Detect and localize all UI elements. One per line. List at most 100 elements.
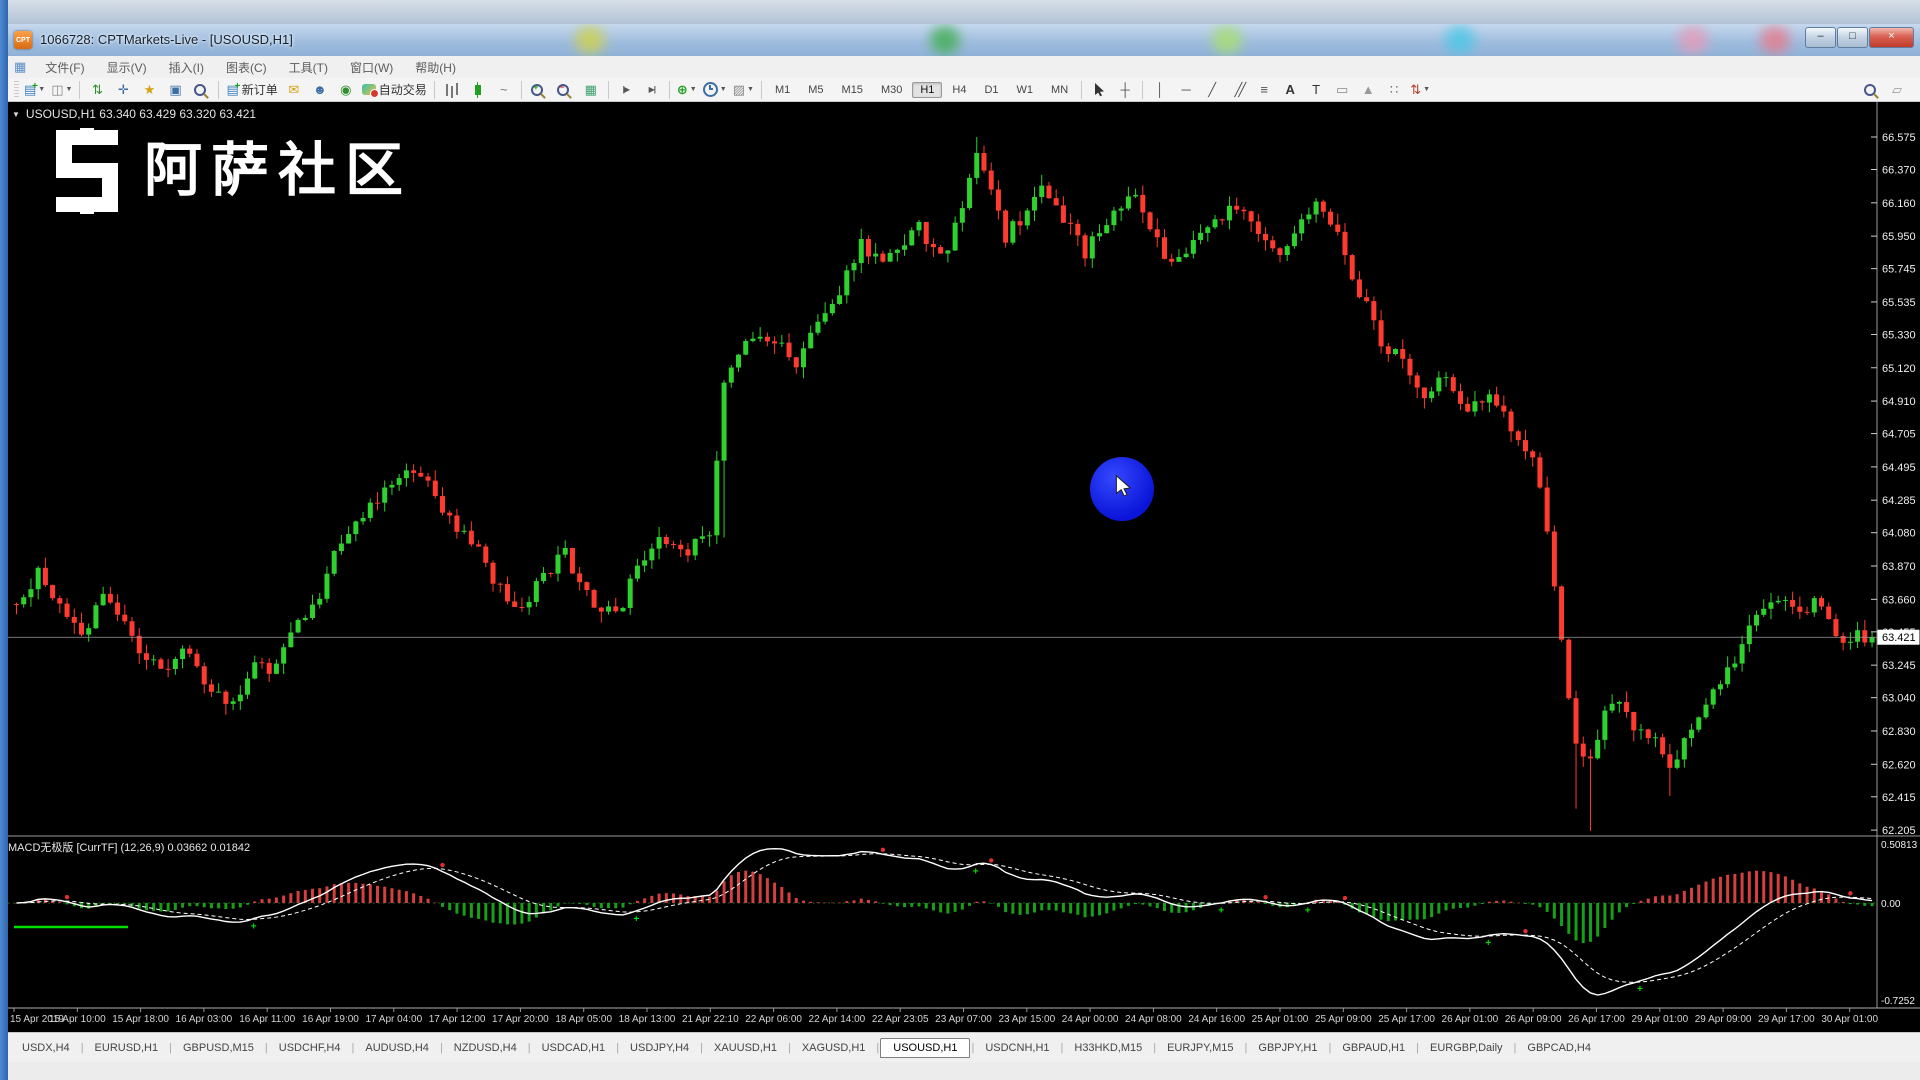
menu-item-3[interactable]: 图表(C)	[215, 57, 278, 78]
trendline-button[interactable]: ╱	[1200, 80, 1224, 100]
chart-tab-usdjpy-h4[interactable]: USDJPY,H4	[620, 1039, 699, 1057]
navigator-button[interactable]: ★	[137, 80, 161, 100]
horizontal-line-button[interactable]: ─	[1174, 80, 1198, 100]
bar-chart-button[interactable]	[440, 80, 464, 100]
menu-item-4[interactable]: 工具(T)	[278, 57, 339, 78]
chart-tab-usdcnh-h1[interactable]: USDCNH,H1	[975, 1039, 1059, 1057]
rectangle-button[interactable]: ▭	[1330, 80, 1354, 100]
templates-button[interactable]: ▨▼	[731, 80, 756, 100]
chart-shift-button[interactable]: ▶|	[640, 80, 664, 100]
svg-text:0.50813: 0.50813	[1881, 840, 1918, 851]
chart-tab-usousd-h1[interactable]: USOUSD,H1	[880, 1038, 970, 1058]
zoom-out-button[interactable]	[553, 80, 577, 100]
close-button[interactable]: ×	[1869, 27, 1914, 48]
chart-tab-usdx-h4[interactable]: USDX,H4	[12, 1039, 80, 1057]
search-button[interactable]	[1859, 80, 1883, 100]
toolbar-separator	[218, 81, 219, 99]
candlestick-chart[interactable]: +++++++66.57566.37066.16065.95065.74565.…	[0, 102, 1920, 1032]
titlebar[interactable]: CPT 1066728: CPTMarkets-Live - [USOUSD,H…	[0, 24, 1920, 57]
timeframe-w1-button[interactable]: W1	[1009, 82, 1042, 98]
minimize-button[interactable]: –	[1805, 27, 1836, 48]
label-button[interactable]: T	[1304, 80, 1328, 100]
timeframe-m1-button[interactable]: M1	[767, 82, 798, 98]
tab-divider: |	[169, 1042, 172, 1054]
macd-axis: 0.508130.00-0.7252	[1881, 840, 1918, 1007]
vertical-line-button[interactable]: │	[1148, 80, 1172, 100]
svg-text:65.120: 65.120	[1882, 363, 1916, 375]
svg-text:63.421: 63.421	[1882, 632, 1916, 644]
new-chart-button[interactable]: ▤+▼	[22, 80, 47, 100]
svg-text:16 Apr 11:00: 16 Apr 11:00	[239, 1014, 295, 1025]
timeframe-m30-button[interactable]: M30	[873, 82, 910, 98]
menu-item-5[interactable]: 窗口(W)	[339, 57, 404, 78]
candlestick-button[interactable]	[466, 80, 490, 100]
chart-tab-audusd-h4[interactable]: AUDUSD,H4	[355, 1039, 439, 1057]
toolbar-drag-handle	[14, 81, 19, 99]
toolbar-separator	[1142, 81, 1143, 99]
line-chart-button[interactable]: ~	[492, 80, 516, 100]
tab-divider: |	[876, 1042, 879, 1054]
svg-text:66.575: 66.575	[1882, 132, 1916, 144]
profiles-button[interactable]: ◫▼	[49, 80, 74, 100]
tile-windows-button[interactable]: ▦	[579, 80, 603, 100]
indicators-button[interactable]: ⊕▼	[675, 80, 699, 100]
timeframe-m5-button[interactable]: M5	[800, 82, 831, 98]
tab-divider: |	[440, 1042, 443, 1054]
timeframe-m15-button[interactable]: M15	[834, 82, 871, 98]
market-watch-button[interactable]: ⇅	[85, 80, 109, 100]
data-window-button[interactable]: ✛	[111, 80, 135, 100]
chart-tab-h33hkd-m15[interactable]: H33HKD,M15	[1064, 1039, 1152, 1057]
svg-text:17 Apr 12:00: 17 Apr 12:00	[429, 1014, 486, 1025]
timeframe-d1-button[interactable]: D1	[976, 82, 1006, 98]
chart-tab-eurgbp-daily[interactable]: EURGBP,Daily	[1420, 1039, 1513, 1057]
cursor-button[interactable]	[1087, 80, 1111, 100]
community-button[interactable]: ☻	[308, 80, 332, 100]
svg-text:62.205: 62.205	[1882, 825, 1916, 837]
menu-item-6[interactable]: 帮助(H)	[404, 57, 467, 78]
auto-trading-button[interactable]: 自动交易	[360, 80, 429, 100]
svg-text:29 Apr 09:00: 29 Apr 09:00	[1695, 1014, 1752, 1025]
crosshair-button[interactable]: ┼	[1113, 80, 1137, 100]
chart-tab-gbpusd-m15[interactable]: GBPUSD,M15	[173, 1039, 264, 1057]
tab-divider: |	[81, 1042, 84, 1054]
menu-item-0[interactable]: 文件(F)	[34, 57, 95, 78]
timeframe-h1-button[interactable]: H1	[912, 82, 942, 98]
triangle-button[interactable]: ▲	[1356, 80, 1380, 100]
layout-button[interactable]: ▱	[1885, 80, 1909, 100]
chart-tab-gbpaud-h1[interactable]: GBPAUD,H1	[1332, 1039, 1415, 1057]
channel-button[interactable]: ╱╱	[1226, 80, 1250, 100]
tab-divider: |	[788, 1042, 791, 1054]
chart-tab-eurusd-h1[interactable]: EURUSD,H1	[85, 1039, 169, 1057]
chart-tab-xagusd-h1[interactable]: XAGUSD,H1	[792, 1039, 876, 1057]
new-order-button[interactable]: ▤+新订单	[224, 80, 279, 100]
timeframe-mn-button[interactable]: MN	[1043, 82, 1076, 98]
chart-tab-gbpjpy-h1[interactable]: GBPJPY,H1	[1248, 1039, 1327, 1057]
chart-region[interactable]: ▼USOUSD,H1 63.340 63.429 63.320 63.421 阿…	[0, 102, 1920, 1032]
chart-tab-nzdusd-h4[interactable]: NZDUSD,H4	[444, 1039, 527, 1057]
strategy-tester-button[interactable]	[189, 80, 213, 100]
chart-tab-gbpcad-h4[interactable]: GBPCAD,H4	[1517, 1039, 1601, 1057]
menu-item-1[interactable]: 显示(V)	[96, 57, 158, 78]
svg-text:22 Apr 23:05: 22 Apr 23:05	[872, 1014, 929, 1025]
svg-text:18 Apr 13:00: 18 Apr 13:00	[619, 1014, 676, 1025]
chart-tab-usdchf-h4[interactable]: USDCHF,H4	[269, 1039, 351, 1057]
arrows-button[interactable]: ⇅▼	[1408, 80, 1432, 100]
macd-indicator-label: MACD无极版 [CurrTF] (12,26,9) 0.03662 0.018…	[8, 839, 250, 855]
svg-text:22 Apr 06:00: 22 Apr 06:00	[745, 1014, 802, 1025]
chart-tab-xauusd-h1[interactable]: XAUUSD,H1	[704, 1039, 787, 1057]
shapes-button[interactable]: ∷	[1382, 80, 1406, 100]
menu-item-2[interactable]: 插入(I)	[158, 57, 215, 78]
chart-tab-eurjpy-m15[interactable]: EURJPY,M15	[1157, 1039, 1243, 1057]
timeframe-h4-button[interactable]: H4	[944, 82, 974, 98]
auto-scroll-button[interactable]: |▶	[614, 80, 638, 100]
chat-button[interactable]: ✉	[282, 80, 306, 100]
text-button[interactable]: A	[1278, 80, 1302, 100]
chart-tab-usdcad-h1[interactable]: USDCAD,H1	[532, 1039, 616, 1057]
terminal-button[interactable]: ▣	[163, 80, 187, 100]
periods-button[interactable]: ▼	[701, 80, 729, 100]
signals-button[interactable]: ◉	[334, 80, 358, 100]
fibonacci-button[interactable]: ≡	[1252, 80, 1276, 100]
svg-text:30 Apr 01:00: 30 Apr 01:00	[1821, 1014, 1878, 1025]
zoom-in-button[interactable]	[527, 80, 551, 100]
maximize-button[interactable]: □	[1837, 27, 1868, 48]
